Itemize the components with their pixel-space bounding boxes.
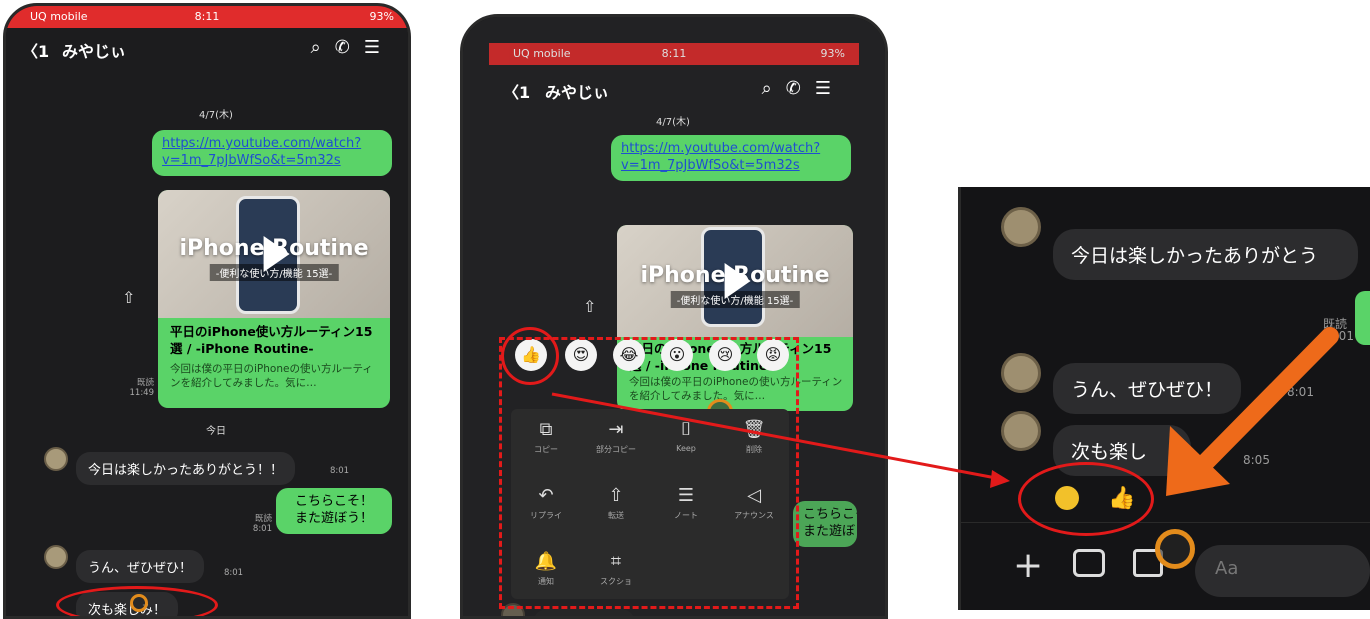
plus-icon[interactable]: + — [1013, 545, 1043, 586]
outgoing-message[interactable]: こちらこそ！また遊ぼう！ — [276, 488, 392, 534]
search-icon[interactable]: ⌕ — [311, 37, 335, 58]
chat-title: みやじぃ — [62, 42, 127, 61]
play-icon[interactable] — [263, 236, 290, 272]
avatar[interactable] — [1001, 353, 1041, 393]
message-time: 8:01 — [1287, 385, 1314, 399]
chat-title: みやじぃ — [545, 83, 610, 102]
link-preview-card[interactable]: iPhone Routine -便利な使い方/機能 15選- 平日のiPhone… — [158, 190, 390, 408]
date-separator: 4/7(木) — [656, 117, 690, 128]
back-button[interactable]: 〈1 — [503, 79, 530, 103]
avatar[interactable] — [1001, 207, 1041, 247]
youtube-link[interactable]: https://m.youtube.com/watch?v=1m_7pJbWfS… — [162, 136, 361, 168]
back-button[interactable]: 〈1 — [22, 38, 49, 62]
search-icon[interactable]: ⌕ — [762, 78, 786, 99]
menu-icon[interactable]: ☰ — [364, 37, 394, 58]
link-bubble[interactable]: https://m.youtube.com/watch?v=1m_7pJbWfS… — [611, 135, 851, 181]
video-thumbnail[interactable]: iPhone Routine -便利な使い方/機能 15選- — [617, 225, 853, 337]
message-time: 8:01 — [224, 568, 244, 578]
outgoing-time: 既読 8:01 — [252, 514, 272, 535]
phone-icon[interactable]: ✆ — [786, 78, 815, 99]
card-description: 今回は僕の平日のiPhoneの使い方ルーティンを紹介してみました。気に… — [170, 363, 373, 390]
date-separator: 4/7(木) — [199, 110, 233, 121]
message-time: 8:05 — [1243, 453, 1270, 467]
phone-icon[interactable]: ✆ — [335, 37, 364, 58]
highlight-circle — [56, 586, 218, 616]
battery-label: 93% — [369, 10, 394, 23]
header-actions: ⌕✆☰ — [311, 37, 394, 58]
incoming-message[interactable]: うん、ぜひぜひ！ — [76, 550, 205, 583]
clock-label: 8:11 — [661, 47, 687, 60]
header-actions: ⌕✆☰ — [762, 78, 845, 99]
chat-screen: UQ mobile 8:11 93% 〈1 みやじぃ ⌕✆☰ 4/7(木) ht… — [6, 6, 408, 616]
link-bubble[interactable]: https://m.youtube.com/watch?v=1m_7pJbWfS… — [152, 130, 392, 176]
outgoing-message[interactable]: こちらこそ！また遊ぼう！ — [793, 501, 857, 547]
menu-icon[interactable]: ☰ — [815, 78, 845, 99]
chat-header: 〈1 みやじぃ ⌕✆☰ — [489, 69, 859, 109]
incoming-message[interactable]: うん、ぜひぜひ！ — [1053, 363, 1242, 414]
status-bar: UQ mobile 8:11 93% — [489, 43, 859, 65]
status-bar: UQ mobile 8:11 93% — [6, 6, 408, 28]
highlight-circle — [1018, 462, 1154, 536]
carrier-label: UQ mobile — [513, 47, 571, 60]
youtube-link[interactable]: https://m.youtube.com/watch?v=1m_7pJbWfS… — [621, 141, 820, 173]
avatar[interactable] — [1001, 411, 1041, 451]
phone-screenshot-1: UQ mobile 8:11 93% 〈1 みやじぃ ⌕✆☰ 4/7(木) ht… — [3, 3, 411, 619]
incoming-message[interactable]: 今日は楽しかったありがとう — [1053, 229, 1359, 280]
message-input[interactable]: Aa — [1195, 545, 1370, 597]
outgoing-message-edge[interactable] — [1355, 291, 1370, 345]
sent-time: 既読 11:49 — [129, 378, 155, 399]
play-icon[interactable] — [724, 263, 751, 299]
avatar[interactable] — [44, 545, 68, 569]
read-time: 8:01 — [1327, 329, 1354, 343]
incoming-message[interactable]: 次も楽しみ！ — [533, 609, 636, 616]
carrier-label: UQ mobile — [30, 10, 88, 23]
avatar[interactable] — [44, 447, 68, 471]
message-time: 8:01 — [330, 466, 350, 476]
share-icon[interactable]: ⇧ — [583, 297, 596, 316]
share-icon[interactable]: ⇧ — [122, 288, 135, 307]
clock-label: 8:11 — [194, 10, 220, 23]
camera-icon[interactable] — [1073, 549, 1105, 577]
card-title: 平日のiPhone使い方ルーティン15選 / -iPhone Routine- — [170, 324, 373, 356]
battery-label: 93% — [820, 47, 845, 60]
touch-indicator — [1155, 529, 1195, 569]
video-thumbnail[interactable]: iPhone Routine -便利な使い方/機能 15選- — [158, 190, 390, 318]
chat-header: 〈1 みやじぃ ⌕✆☰ — [6, 28, 408, 68]
incoming-message[interactable]: 今日は楽しかったありがとう！！ — [76, 452, 296, 485]
chat-screen: UQ mobile 8:11 93% 〈1 みやじぃ ⌕✆☰ 4/7(木) ht… — [463, 17, 885, 616]
today-separator: 今日 — [206, 426, 226, 437]
highlight-dashed-box — [499, 337, 799, 609]
phone-screenshot-2: UQ mobile 8:11 93% 〈1 みやじぃ ⌕✆☰ 4/7(木) ht… — [460, 14, 888, 619]
